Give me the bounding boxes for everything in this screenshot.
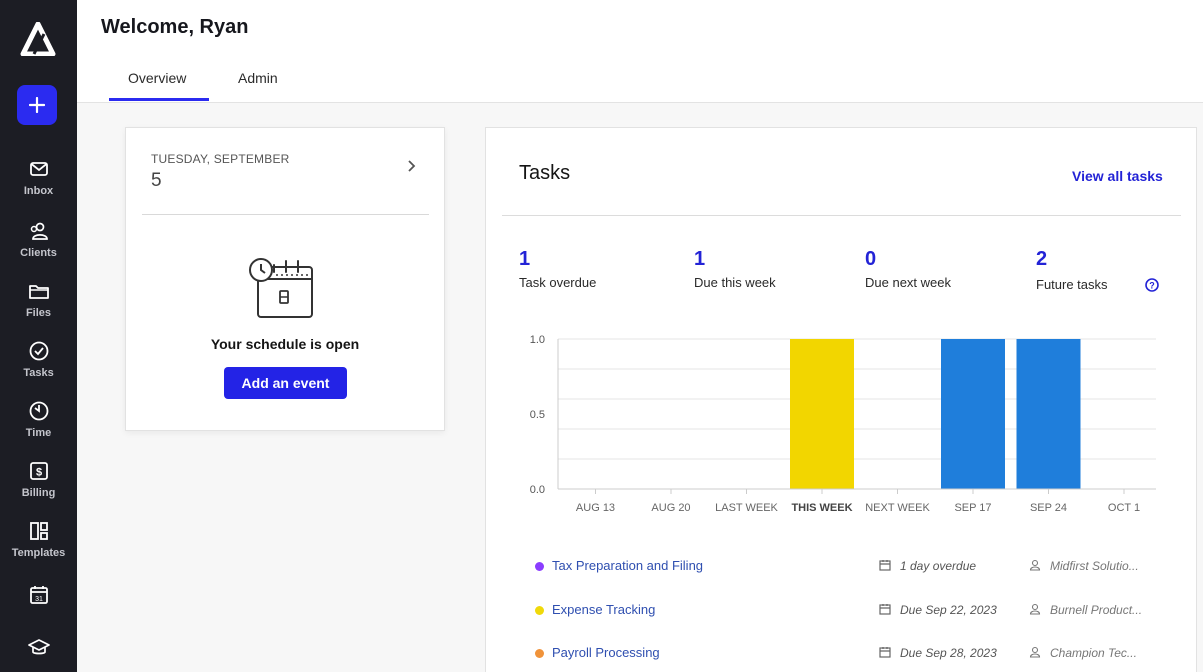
x-tick-label: AUG 13 xyxy=(576,502,615,514)
svg-text:?: ? xyxy=(1149,281,1155,291)
calendar-icon: 31 xyxy=(29,586,48,604)
sidebar-item-label: Tasks xyxy=(23,367,54,379)
timer-icon xyxy=(29,401,48,421)
divider xyxy=(502,215,1181,216)
folder-icon xyxy=(28,285,49,299)
empty-schedule-message: Your schedule is open xyxy=(210,336,360,352)
schedule-day-of-week: TUESDAY, SEPTEMBER xyxy=(151,152,290,166)
bar xyxy=(941,339,1005,489)
sidebar-item-calendar[interactable]: 31 xyxy=(0,584,77,606)
task-due: Due Sep 22, 2023 xyxy=(900,603,997,617)
page-header: Welcome, Ryan Overview Admin xyxy=(77,0,1203,103)
task-client: Burnell Product... xyxy=(1050,603,1143,617)
stat-future-label: Future tasks xyxy=(1036,277,1108,292)
task-name[interactable]: Payroll Processing xyxy=(552,645,660,660)
active-tab-indicator xyxy=(109,98,209,101)
user-icon xyxy=(1029,559,1041,571)
sidebar-item-academy[interactable] xyxy=(0,636,77,658)
user-icon xyxy=(1029,603,1041,615)
calendar-icon xyxy=(879,560,891,571)
y-tick-label: 1.0 xyxy=(530,334,545,346)
sidebar-item-time[interactable]: Time xyxy=(0,400,77,439)
schedule-day-number: 5 xyxy=(151,170,162,191)
stat-this-week-label: Due this week xyxy=(694,275,776,290)
schedule-card: TUESDAY, SEPTEMBER 5 Your schedule is op… xyxy=(125,127,445,431)
task-client: Champion Tec... xyxy=(1050,646,1137,660)
task-client: Midfirst Solutio... xyxy=(1050,559,1139,573)
sidebar-item-label: Clients xyxy=(20,247,57,259)
x-tick-label: SEP 17 xyxy=(954,502,991,514)
calendar-icon xyxy=(879,604,891,615)
stat-overdue-label: Task overdue xyxy=(519,275,597,290)
x-tick-label: THIS WEEK xyxy=(791,502,852,514)
check-circle-icon xyxy=(29,341,48,361)
bar xyxy=(1016,339,1081,489)
dollar-icon: $ xyxy=(29,462,48,480)
calendar-clock-illustration xyxy=(246,255,314,324)
sidebar-item-label: Time xyxy=(25,427,52,439)
sidebar-item-files[interactable]: Files xyxy=(0,280,77,319)
sidebar-item-clients[interactable]: Clients xyxy=(0,220,77,259)
stat-next-week-label: Due next week xyxy=(865,275,951,290)
chevron-right-icon xyxy=(408,160,416,172)
task-name[interactable]: Expense Tracking xyxy=(552,602,655,617)
help-button[interactable]: ? xyxy=(1145,278,1159,297)
sidebar-item-label: Inbox xyxy=(23,185,54,197)
task-due: 1 day overdue xyxy=(900,559,977,573)
task-color-dot xyxy=(535,649,544,658)
task-row[interactable]: Expense Tracking Due Sep 22, 2023 Burnel… xyxy=(486,600,1196,620)
task-row[interactable]: Tax Preparation and Filing 1 day overdue… xyxy=(486,556,1196,576)
add-event-button[interactable]: Add an event xyxy=(224,367,347,399)
stat-this-week-count[interactable]: 1 xyxy=(694,248,705,271)
calendar-icon xyxy=(879,647,891,658)
stat-future-count[interactable]: 2 xyxy=(1036,248,1047,271)
task-color-dot xyxy=(535,562,544,571)
plus-icon xyxy=(29,97,45,113)
templates-icon xyxy=(29,522,48,540)
task-row[interactable]: Payroll Processing Due Sep 28, 2023 Cham… xyxy=(486,643,1196,663)
new-button[interactable] xyxy=(17,85,57,125)
x-tick-label: AUG 20 xyxy=(651,502,690,514)
view-all-tasks-link[interactable]: View all tasks xyxy=(1072,168,1163,184)
task-name[interactable]: Tax Preparation and Filing xyxy=(552,558,703,573)
divider xyxy=(142,214,429,215)
sidebar: Inbox Clients Files Tasks Time $ Billing… xyxy=(0,0,77,672)
x-tick-label: OCT 1 xyxy=(1108,502,1140,514)
next-day-button[interactable] xyxy=(406,159,418,178)
sidebar-item-label: Billing xyxy=(21,487,56,499)
stat-overdue-count[interactable]: 1 xyxy=(519,248,530,271)
question-circle-icon: ? xyxy=(1145,278,1159,292)
tasks-title: Tasks xyxy=(519,162,571,184)
x-tick-label: LAST WEEK xyxy=(715,502,778,514)
mail-icon xyxy=(29,162,48,176)
page-title: Welcome, Ryan xyxy=(101,16,249,38)
sidebar-item-label: Files xyxy=(25,307,52,319)
sidebar-item-inbox[interactable]: Inbox xyxy=(0,158,77,197)
y-tick-label: 0.5 xyxy=(530,409,545,421)
sidebar-item-billing[interactable]: $ Billing xyxy=(0,460,77,499)
task-color-dot xyxy=(535,606,544,615)
task-due: Due Sep 28, 2023 xyxy=(900,646,997,660)
x-tick-label: SEP 24 xyxy=(1030,502,1067,514)
sidebar-item-templates[interactable]: Templates xyxy=(0,520,77,559)
sidebar-item-tasks[interactable]: Tasks xyxy=(0,340,77,379)
user-icon xyxy=(1029,646,1041,658)
x-tick-label: NEXT WEEK xyxy=(865,502,930,514)
svg-text:31: 31 xyxy=(35,596,43,603)
y-tick-label: 0.0 xyxy=(530,484,545,496)
bar xyxy=(790,339,854,489)
clients-icon xyxy=(30,222,48,240)
svg-text:$: $ xyxy=(35,467,41,479)
tasks-card: Tasks View all tasks 1 Task overdue 1 Du… xyxy=(485,127,1197,672)
tab-overview[interactable]: Overview xyxy=(128,70,186,86)
stat-next-week-count[interactable]: 0 xyxy=(865,248,876,271)
app-logo[interactable] xyxy=(20,21,56,57)
sidebar-item-label: Templates xyxy=(11,547,66,559)
tasks-bar-chart: 0.0 0.5 1.0 AUG 13 AUG 20 LAST WEEK THIS WEEK N… xyxy=(530,334,1156,514)
tab-admin[interactable]: Admin xyxy=(238,70,278,86)
graduation-cap-icon xyxy=(27,639,50,655)
